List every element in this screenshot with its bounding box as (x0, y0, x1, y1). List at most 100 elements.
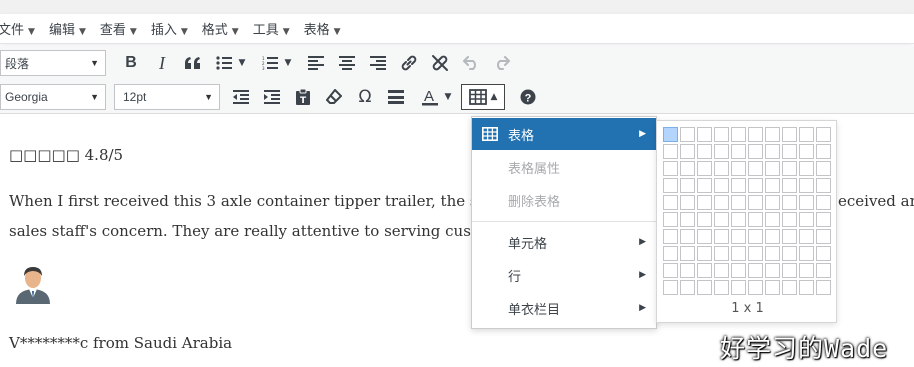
grid-cell[interactable] (799, 263, 814, 278)
grid-cell[interactable] (697, 212, 712, 227)
grid-cell[interactable] (697, 246, 712, 261)
grid-cell[interactable] (663, 246, 678, 261)
font-size-select[interactable]: 12pt ▼ (114, 83, 220, 110)
grid-cell[interactable] (714, 280, 729, 295)
align-left-button[interactable] (303, 50, 329, 76)
grid-cell[interactable] (697, 229, 712, 244)
paste-text-button[interactable]: T (290, 84, 316, 110)
grid-cell[interactable] (731, 280, 746, 295)
numbered-list-options[interactable]: ▼ (283, 50, 293, 76)
grid-cell[interactable] (663, 144, 678, 159)
grid-cell[interactable] (697, 280, 712, 295)
grid-cell[interactable] (714, 144, 729, 159)
grid-cell[interactable] (799, 246, 814, 261)
grid-cell[interactable] (782, 161, 797, 176)
grid-cell[interactable] (816, 246, 831, 261)
italic-button[interactable]: I (149, 50, 175, 76)
grid-cell[interactable] (782, 246, 797, 261)
grid-cell[interactable] (765, 280, 780, 295)
grid-cell[interactable] (765, 178, 780, 193)
grid-cell[interactable] (680, 229, 695, 244)
grid-cell[interactable] (782, 127, 797, 142)
grid-cell[interactable] (816, 178, 831, 193)
grid-cell[interactable] (765, 195, 780, 210)
menu-edit[interactable]: 编辑 ▼ (49, 19, 86, 38)
grid-cell[interactable] (799, 161, 814, 176)
grid-cell[interactable] (680, 144, 695, 159)
table-menu-delete[interactable]: 删除表格 (472, 184, 656, 216)
grid-cell[interactable] (816, 212, 831, 227)
grid-cell[interactable] (799, 229, 814, 244)
numbered-list-button[interactable]: 123 (257, 50, 283, 76)
menu-table[interactable]: 表格 ▼ (304, 19, 341, 38)
grid-cell[interactable] (663, 195, 678, 210)
grid-cell[interactable] (714, 263, 729, 278)
grid-cell[interactable] (816, 127, 831, 142)
grid-cell[interactable] (731, 127, 746, 142)
grid-cell[interactable] (663, 263, 678, 278)
grid-cell[interactable] (731, 178, 746, 193)
clear-formatting-button[interactable] (321, 84, 347, 110)
menu-view[interactable]: 查看 ▼ (100, 19, 137, 38)
grid-cell[interactable] (697, 263, 712, 278)
grid-cell[interactable] (765, 212, 780, 227)
grid-cell[interactable] (748, 161, 763, 176)
grid-cell[interactable] (816, 195, 831, 210)
grid-cell[interactable] (680, 212, 695, 227)
grid-cell[interactable] (765, 246, 780, 261)
table-button[interactable]: ▲ (461, 83, 505, 110)
bullet-list-options[interactable]: ▼ (237, 50, 247, 76)
grid-cell[interactable] (816, 144, 831, 159)
grid-cell[interactable] (731, 161, 746, 176)
grid-cell[interactable] (748, 144, 763, 159)
grid-cell[interactable] (782, 195, 797, 210)
grid-cell[interactable] (799, 144, 814, 159)
grid-cell[interactable] (748, 212, 763, 227)
grid-cell[interactable] (816, 161, 831, 176)
grid-cell[interactable] (748, 246, 763, 261)
undo-button[interactable] (458, 50, 484, 76)
grid-cell[interactable] (816, 280, 831, 295)
special-character-button[interactable]: Ω (352, 84, 378, 110)
grid-cell[interactable] (765, 263, 780, 278)
grid-cell[interactable] (663, 280, 678, 295)
grid-cell[interactable] (748, 195, 763, 210)
grid-cell[interactable] (748, 178, 763, 193)
menu-tools[interactable]: 工具 ▼ (253, 19, 290, 38)
grid-cell[interactable] (731, 144, 746, 159)
align-right-button[interactable] (365, 50, 391, 76)
link-button[interactable] (396, 50, 422, 76)
grid-cell[interactable] (765, 144, 780, 159)
table-menu-properties[interactable]: 表格属性 (472, 151, 656, 183)
grid-cell[interactable] (731, 195, 746, 210)
grid-cell[interactable] (663, 161, 678, 176)
grid-cell[interactable] (731, 263, 746, 278)
grid-cell[interactable] (799, 178, 814, 193)
menu-format[interactable]: 格式 ▼ (202, 19, 239, 38)
bold-button[interactable]: B (118, 50, 144, 76)
help-button[interactable]: ? (515, 84, 541, 110)
grid-cell[interactable] (680, 246, 695, 261)
grid-cell[interactable] (765, 127, 780, 142)
grid-cell[interactable] (663, 229, 678, 244)
grid-cell[interactable] (714, 212, 729, 227)
align-center-button[interactable] (334, 50, 360, 76)
grid-cell[interactable] (680, 280, 695, 295)
grid-cell[interactable] (731, 212, 746, 227)
grid-cell[interactable] (697, 144, 712, 159)
table-menu-insert-table[interactable]: 表格 ▶ (472, 118, 656, 150)
unlink-button[interactable] (427, 50, 453, 76)
grid-cell[interactable] (714, 178, 729, 193)
table-menu-row[interactable]: 行 ▶ (472, 259, 656, 291)
grid-cell[interactable] (799, 195, 814, 210)
grid-cell[interactable] (697, 178, 712, 193)
table-menu-cell[interactable]: 单元格 ▶ (472, 226, 656, 258)
grid-cell[interactable] (714, 161, 729, 176)
table-menu-column[interactable]: 单衣栏目 ▶ (472, 292, 656, 324)
grid-cell[interactable] (782, 280, 797, 295)
grid-cell[interactable] (714, 246, 729, 261)
grid-cell[interactable] (748, 263, 763, 278)
grid-cell[interactable] (748, 127, 763, 142)
grid-cell[interactable] (765, 229, 780, 244)
grid-cell[interactable] (697, 195, 712, 210)
